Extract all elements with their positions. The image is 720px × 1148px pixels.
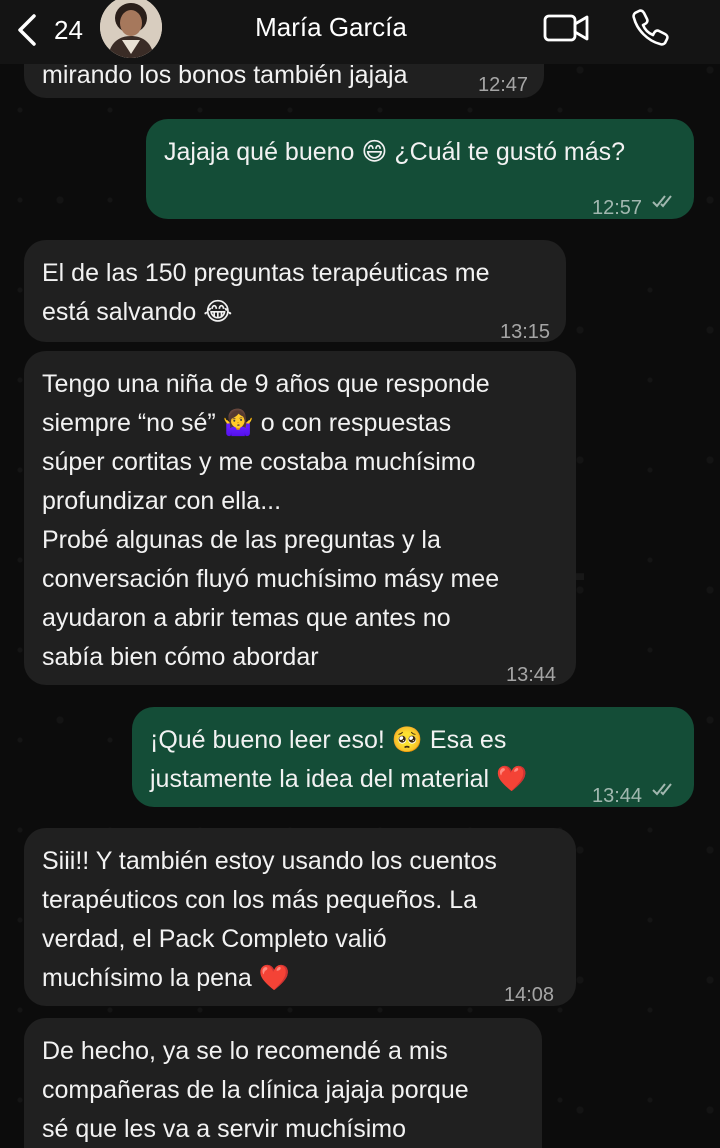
read-ticks-icon	[652, 783, 672, 796]
avatar-photo	[100, 0, 162, 58]
message-text: Tengo una niña de 9 años que responde si…	[42, 370, 500, 671]
contact-name[interactable]: María García	[190, 12, 472, 43]
message-time: 13:15	[500, 321, 551, 343]
message-list[interactable]: FRANKSHIT mirando los bonos también jaja…	[0, 0, 720, 1148]
message-time: 12:57	[592, 197, 643, 219]
read-ticks-icon	[652, 195, 672, 208]
message-bubble-outgoing[interactable]: ¡Qué bueno leer eso! 🥺 Esa es justamente…	[132, 707, 694, 807]
avatar[interactable]	[100, 0, 162, 58]
chat-header: 24 María García	[0, 0, 720, 64]
chevron-left-icon	[18, 14, 36, 46]
message-bubble-incoming[interactable]: Tengo una niña de 9 años que responde si…	[24, 351, 576, 686]
message-bubble-incoming[interactable]: El de las 150 preguntas terapéuticas me …	[24, 240, 566, 343]
unread-count: 24	[54, 14, 83, 45]
message-bubble-outgoing[interactable]: Jajaja qué bueno 😄 ¿Cuál te gustó más? 1…	[146, 119, 694, 219]
message-text: De hecho, ya se lo recomendé a mis compa…	[42, 1037, 469, 1143]
message-time: 14:08	[504, 984, 555, 1006]
message-time: 12:47	[478, 74, 529, 96]
message-text: El de las 150 preguntas terapéuticas me …	[42, 259, 490, 326]
message-bubble-incoming[interactable]: Siii!! Y también estoy usando los cuento…	[24, 828, 576, 1006]
message-time: 13:44	[592, 785, 643, 807]
back-button[interactable]: 24	[14, 8, 98, 52]
video-call-icon[interactable]	[542, 10, 592, 46]
message-bubble-incoming[interactable]: De hecho, ya se lo recomendé a mis compa…	[24, 1018, 542, 1148]
phone-call-icon[interactable]	[630, 6, 672, 48]
message-text: Jajaja qué bueno 😄 ¿Cuál te gustó más?	[164, 138, 626, 166]
message-text: Siii!! Y también estoy usando los cuento…	[42, 847, 497, 992]
message-time: 13:44	[506, 664, 557, 686]
chat-screen: FRANKSHIT mirando los bonos también jaja…	[0, 0, 720, 1148]
